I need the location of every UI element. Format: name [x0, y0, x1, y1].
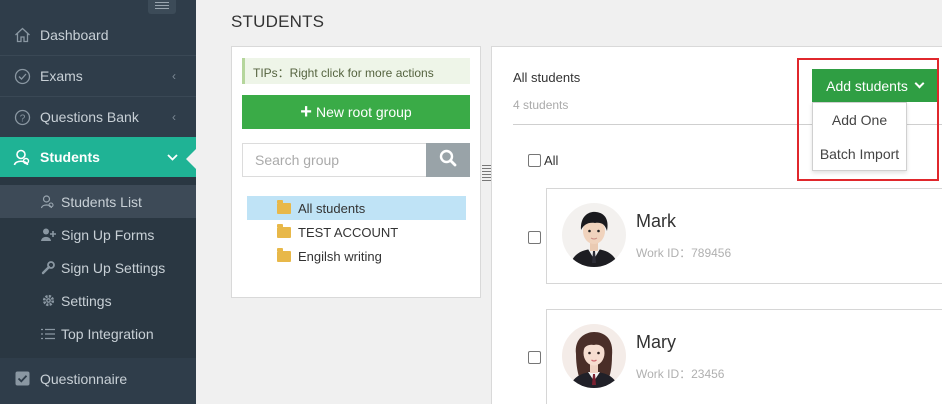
submenu-item-label: Sign Up Forms	[61, 226, 155, 243]
folder-icon	[277, 200, 291, 214]
new-root-group-button[interactable]: + New root group	[242, 95, 470, 129]
tree-item-english-writing[interactable]: Engilsh writing	[247, 244, 466, 268]
sidebar-item-questions-bank[interactable]: ? Questions Bank ‹	[0, 97, 196, 138]
search-button[interactable]	[426, 143, 470, 177]
checkbox[interactable]	[528, 154, 541, 167]
student-name: Mark	[636, 211, 676, 231]
tree-item-label: All students	[298, 200, 366, 216]
sidebar-item-label: Exams	[40, 68, 83, 84]
plus-icon: +	[300, 101, 312, 123]
folder-icon	[277, 224, 291, 238]
sidebar-toggle-button[interactable]	[148, 0, 176, 14]
student-checkbox[interactable]	[528, 351, 541, 364]
select-all-label: All	[544, 153, 559, 168]
tips-banner: TIPs：Right click for more actions	[242, 58, 470, 84]
panel-resize-handle[interactable]	[482, 165, 491, 183]
tree-item-label: TEST ACCOUNT	[298, 224, 399, 240]
sidebar-item-label: Questionnaire	[40, 370, 128, 387]
submenu-item-sign-up-forms[interactable]: Sign Up Forms	[0, 218, 196, 251]
highlight-box	[797, 58, 939, 181]
submenu-item-label: Students List	[61, 193, 142, 210]
gear-icon	[40, 294, 56, 307]
group-tree: All students TEST ACCOUNT Engilsh writin…	[247, 196, 466, 268]
chevron-left-icon: ‹	[172, 69, 176, 83]
chevron-left-icon: ‹	[172, 110, 176, 124]
sidebar-item-dashboard[interactable]: Dashboard	[0, 15, 196, 56]
student-name: Mary	[636, 332, 676, 352]
check-circle-icon	[12, 68, 32, 85]
students-icon	[12, 149, 32, 166]
student-checkbox[interactable]	[528, 231, 541, 244]
student-count: 4 students	[513, 98, 569, 112]
sidebar-item-students[interactable]: Students	[0, 137, 196, 178]
chevron-down-icon	[167, 150, 178, 164]
tree-item-all-students[interactable]: All students	[247, 196, 466, 220]
page-title: STUDENTS	[231, 12, 325, 31]
submenu-item-label: Top Integration	[61, 325, 154, 342]
sidebar-item-exams[interactable]: Exams ‹	[0, 56, 196, 97]
question-circle-icon: ?	[12, 109, 32, 126]
submenu-item-sign-up-settings[interactable]: Sign Up Settings	[0, 251, 196, 284]
submenu-item-label: Settings	[61, 292, 112, 309]
select-all-checkbox[interactable]: All	[528, 153, 558, 168]
students-submenu: Students List Sign Up Forms Sign Up Sett…	[0, 177, 196, 358]
submenu-item-students-list[interactable]: Students List	[0, 185, 196, 218]
sidebar: Dashboard Exams ‹ ? Questions Bank ‹ Stu…	[0, 0, 196, 404]
group-panel: TIPs：Right click for more actions + New …	[231, 46, 481, 298]
wrench-icon	[40, 260, 56, 275]
student-card[interactable]: Mark Work ID：789456	[546, 188, 942, 284]
submenu-item-settings[interactable]: Settings	[0, 284, 196, 317]
student-work-id: Work ID：23456	[636, 367, 725, 381]
new-root-group-label: New root group	[315, 104, 412, 120]
tree-item-label: Engilsh writing	[298, 248, 382, 264]
user-search-icon	[40, 194, 56, 209]
group-title: All students	[513, 70, 581, 85]
avatar	[562, 324, 626, 388]
folder-icon	[277, 248, 291, 262]
submenu-item-label: Sign Up Settings	[61, 259, 166, 276]
home-icon	[12, 27, 32, 43]
student-card[interactable]: Mary Work ID：23456	[546, 309, 942, 404]
students-panel: All students 4 students Add students Add…	[491, 46, 942, 404]
student-work-id: Work ID：789456	[636, 246, 732, 260]
user-add-icon	[40, 228, 56, 241]
active-indicator	[186, 149, 196, 169]
sidebar-item-label: Questions Bank	[40, 109, 139, 125]
search-icon	[439, 149, 457, 172]
search-group-input[interactable]: Search group	[242, 143, 427, 177]
avatar	[562, 203, 626, 267]
svg-text:?: ?	[19, 113, 25, 124]
list-icon	[40, 328, 56, 340]
sidebar-item-label: Dashboard	[40, 27, 109, 43]
sidebar-item-questionnaire[interactable]: Questionnaire	[0, 358, 196, 399]
tree-item-test-account[interactable]: TEST ACCOUNT	[247, 220, 466, 244]
checkbox-icon	[12, 371, 32, 386]
sidebar-item-label: Students	[40, 149, 100, 165]
submenu-item-top-integration[interactable]: Top Integration	[0, 317, 196, 350]
